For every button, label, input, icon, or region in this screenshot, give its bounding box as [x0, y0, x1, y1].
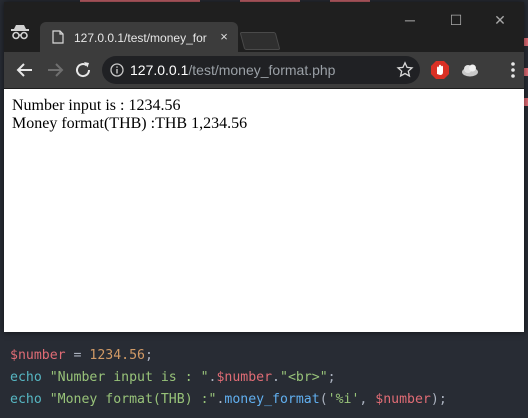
bookmark-star-icon[interactable] [396, 61, 414, 79]
back-button[interactable] [14, 59, 36, 81]
code-string: "<br>" [280, 370, 328, 385]
tab-close-button[interactable]: × [216, 28, 232, 46]
code-string: '%i' [327, 392, 360, 407]
url-path: /test/money_format.php [188, 62, 336, 78]
cloud-extension-icon[interactable] [460, 60, 480, 80]
minimize-button[interactable]: ─ [400, 12, 420, 28]
code-variable: $number [375, 392, 431, 407]
code-function: money_format [224, 392, 320, 407]
code-keyword: echo [10, 392, 42, 407]
code-string: "Number input is : " [49, 370, 209, 385]
code-semicolon: ; [144, 348, 153, 363]
page-icon [52, 30, 64, 44]
number-input-line: Number input is : 1234.56 [12, 97, 181, 114]
adblock-extension-icon[interactable] [430, 60, 450, 80]
new-tab-button[interactable] [239, 32, 281, 50]
code-line-3: echo "Money format(THB) :".money_format(… [10, 390, 447, 410]
maximize-button[interactable]: ☐ [446, 12, 466, 28]
incognito-icon [10, 24, 30, 40]
page-content: Number input is : 1234.56 Money format(T… [4, 89, 524, 332]
code-string: "Money format(THB) :" [49, 392, 217, 407]
code-concat: . [272, 370, 280, 385]
browser-toolbar: 127.0.0.1/test/money_format.php [4, 52, 524, 89]
code-number: 1234.56 [89, 348, 145, 363]
tab-money-format[interactable]: 127.0.0.1/test/money_for × [40, 22, 238, 52]
code-keyword: echo [10, 370, 42, 385]
code-line-1: $number = 1234.56; [10, 346, 153, 366]
address-bar[interactable]: 127.0.0.1/test/money_format.php [102, 56, 420, 84]
bg-code-fragment [524, 68, 528, 76]
code-paren-open: ( [319, 392, 328, 407]
forward-button[interactable] [44, 59, 66, 81]
money-format-line: Money format(THB) :THB 1,234.56 [12, 115, 248, 132]
code-operator: = [65, 348, 90, 363]
url-text: 127.0.0.1/test/money_format.php [130, 62, 335, 78]
title-bar: 127.0.0.1/test/money_for × ─ ☐ ✕ [4, 2, 524, 52]
code-editor: $number = 1234.56; echo "Number input is… [0, 340, 528, 418]
code-line-2: echo "Number input is : ".$number."<br>"… [10, 368, 336, 388]
code-semicolon: ; [327, 370, 336, 385]
more-menu-icon[interactable] [506, 60, 520, 80]
close-window-button[interactable]: ✕ [490, 12, 510, 28]
code-comma: , [359, 392, 376, 407]
code-variable: $number [216, 370, 273, 385]
code-paren-close: ); [430, 392, 447, 407]
reload-button[interactable] [72, 59, 94, 81]
url-host: 127.0.0.1 [130, 62, 189, 78]
code-variable: $number [10, 348, 66, 363]
tab-title: 127.0.0.1/test/money_for [74, 31, 207, 45]
browser-window: 127.0.0.1/test/money_for × ─ ☐ ✕ 127.0.0… [4, 2, 524, 332]
bg-code-fragment [524, 98, 528, 106]
info-icon[interactable] [110, 63, 124, 77]
php-output: Number input is : 1234.56 Money format(T… [12, 97, 247, 133]
bg-code-fragment [524, 38, 528, 46]
